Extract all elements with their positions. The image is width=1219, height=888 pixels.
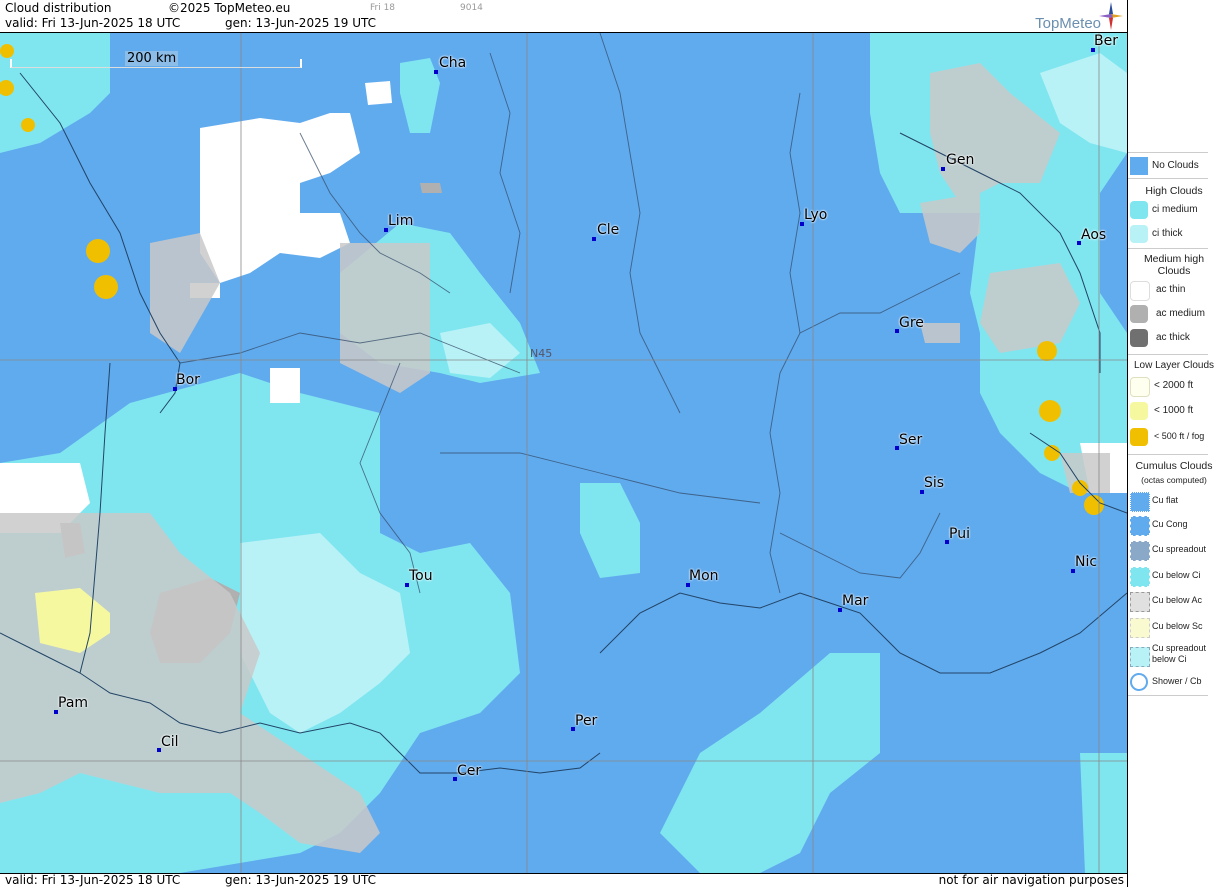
legend-low-2000: < 2000 ft [1128, 375, 1219, 397]
legend-label: < 1000 ft [1154, 405, 1194, 416]
legend-cu-below-sc: Cu below Sc [1128, 616, 1219, 638]
footer-generated-time: gen: 13-Jun-2025 19 UTC [225, 873, 377, 887]
cloud-map[interactable]: 200 km N45 Cha Ber Gen Lim Cle Lyo Aos G… [0, 33, 1127, 873]
compass-star-icon [1099, 2, 1123, 30]
legend-label: Cu below Sc [1152, 621, 1203, 631]
legend-low-1000: < 1000 ft [1128, 400, 1219, 422]
legend-ac-thick: ac thick [1128, 327, 1219, 349]
city-label: Cer [457, 763, 482, 779]
low-500-swatch [1130, 428, 1148, 446]
legend-high-heading: High Clouds [1145, 185, 1203, 197]
legend-label: Shower / Cb [1152, 676, 1202, 686]
city-label: Cil [161, 734, 179, 750]
low-1000-swatch [1130, 402, 1148, 420]
legend-label: ci medium [1152, 204, 1198, 215]
legend-label: Cu below Ac [1152, 595, 1203, 605]
legend-ci-thick: ci thick [1128, 223, 1219, 245]
legend-no-clouds: No Clouds [1128, 155, 1219, 177]
legend-low-500: < 500 ft / fog [1128, 426, 1219, 448]
city-label: Aos [1081, 227, 1107, 243]
run-id: 9014 [460, 3, 483, 13]
legend-label: Cu Cong [1152, 519, 1188, 529]
legend-low-heading: Low Layer Clouds [1133, 360, 1215, 371]
legend-cu-heading: Cumulus Clouds [1135, 460, 1213, 472]
shower-swatch [1130, 673, 1148, 691]
map-title: Cloud distribution [5, 1, 112, 15]
disclaimer: not for air navigation purposes [938, 873, 1124, 887]
legend-cu-cong: Cu Cong [1128, 514, 1219, 536]
legend-ac-thin: ac thin [1128, 279, 1219, 301]
copyright: ©2025 TopMeteo.eu [168, 1, 291, 15]
city-label: Mar [842, 593, 869, 609]
city-label: Gen [946, 152, 975, 168]
legend-label: Cu flat [1152, 495, 1179, 505]
legend-label: ac medium [1156, 308, 1205, 319]
ac-medium-swatch [1130, 305, 1148, 323]
run-label: Fri 18 [370, 3, 396, 13]
footer-valid-time: valid: Fri 13-Jun-2025 18 UTC [5, 873, 181, 887]
legend-label: ci thick [1152, 228, 1183, 239]
cu-below-ci-swatch [1130, 567, 1150, 587]
ac-thin-swatch [1130, 281, 1150, 301]
city-marker [941, 167, 945, 171]
cu-spreadout-swatch [1130, 541, 1150, 561]
footer-bar: valid: Fri 13-Jun-2025 18 UTC gen: 13-Ju… [0, 873, 1127, 888]
legend-cu-below-ci: Cu below Ci [1128, 565, 1219, 587]
city-label: Ser [899, 432, 923, 448]
valid-time: valid: Fri 13-Jun-2025 18 UTC [5, 16, 181, 30]
legend-ci-medium: ci medium [1128, 199, 1219, 221]
city-label: Nic [1075, 554, 1098, 570]
topmeteo-logo: TopMeteo [1035, 15, 1101, 32]
legend-cu-flat: Cu flat [1128, 490, 1219, 512]
ci-medium-swatch [1130, 201, 1148, 219]
header-bar: Cloud distribution ©2025 TopMeteo.eu Fri… [0, 0, 1127, 33]
legend-label: < 2000 ft [1154, 380, 1194, 391]
city-label: Ber [1094, 33, 1118, 49]
legend-label: Cu spreadout [1152, 544, 1207, 554]
cu-spreadout-below-ci-swatch [1130, 647, 1150, 667]
city-label: Mon [689, 568, 719, 584]
legend-ac-medium: ac medium [1128, 303, 1219, 325]
legend-label: < 500 ft / fog [1154, 431, 1205, 441]
cu-below-sc-swatch [1130, 618, 1150, 638]
legend-label: Cu spreadout below Ci [1152, 643, 1207, 664]
city-label: Pui [949, 526, 970, 542]
city-label: Pam [58, 695, 89, 711]
ci-thick-swatch [1130, 225, 1148, 243]
cu-cong-swatch [1130, 516, 1150, 536]
city-label: Gre [899, 315, 924, 331]
city-label: Lyo [804, 207, 828, 223]
city-label: Cle [597, 222, 620, 238]
legend-label: Cu below Ci [1152, 570, 1201, 580]
legend-shower: Shower / Cb [1128, 671, 1219, 693]
no-clouds-swatch [1130, 157, 1148, 175]
cu-below-ac-swatch [1130, 592, 1150, 612]
low-2000-swatch [1130, 377, 1150, 397]
cu-flat-swatch [1130, 492, 1150, 512]
latitude-label: N45 [530, 347, 553, 360]
city-marker [434, 70, 438, 74]
scale-label: 200 km [125, 51, 179, 66]
legend-cu-subheading: (octas computed) [1141, 475, 1207, 485]
city-label: Tou [409, 568, 433, 584]
city-marker [592, 237, 596, 241]
legend-cu-spreadout-below-ci: Cu spreadout below Ci [1128, 641, 1219, 671]
city-label: Bor [176, 372, 200, 388]
legend-label: ac thin [1156, 284, 1186, 295]
city-label: Lim [388, 213, 414, 229]
city-label: Sis [924, 475, 945, 491]
city-label: Cha [439, 55, 467, 71]
legend-panel: No Clouds High Clouds ci medium ci thick… [1127, 0, 1219, 887]
legend-cu-spreadout: Cu spreadout [1128, 539, 1219, 561]
legend-medium-heading: Medium high Clouds [1143, 253, 1205, 277]
legend-cu-below-ac: Cu below Ac [1128, 590, 1219, 612]
legend-label: No Clouds [1152, 160, 1199, 171]
generated-time: gen: 13-Jun-2025 19 UTC [225, 16, 377, 30]
ac-thick-swatch [1130, 329, 1148, 347]
legend-label: ac thick [1156, 332, 1190, 343]
city-label: Per [575, 713, 598, 729]
